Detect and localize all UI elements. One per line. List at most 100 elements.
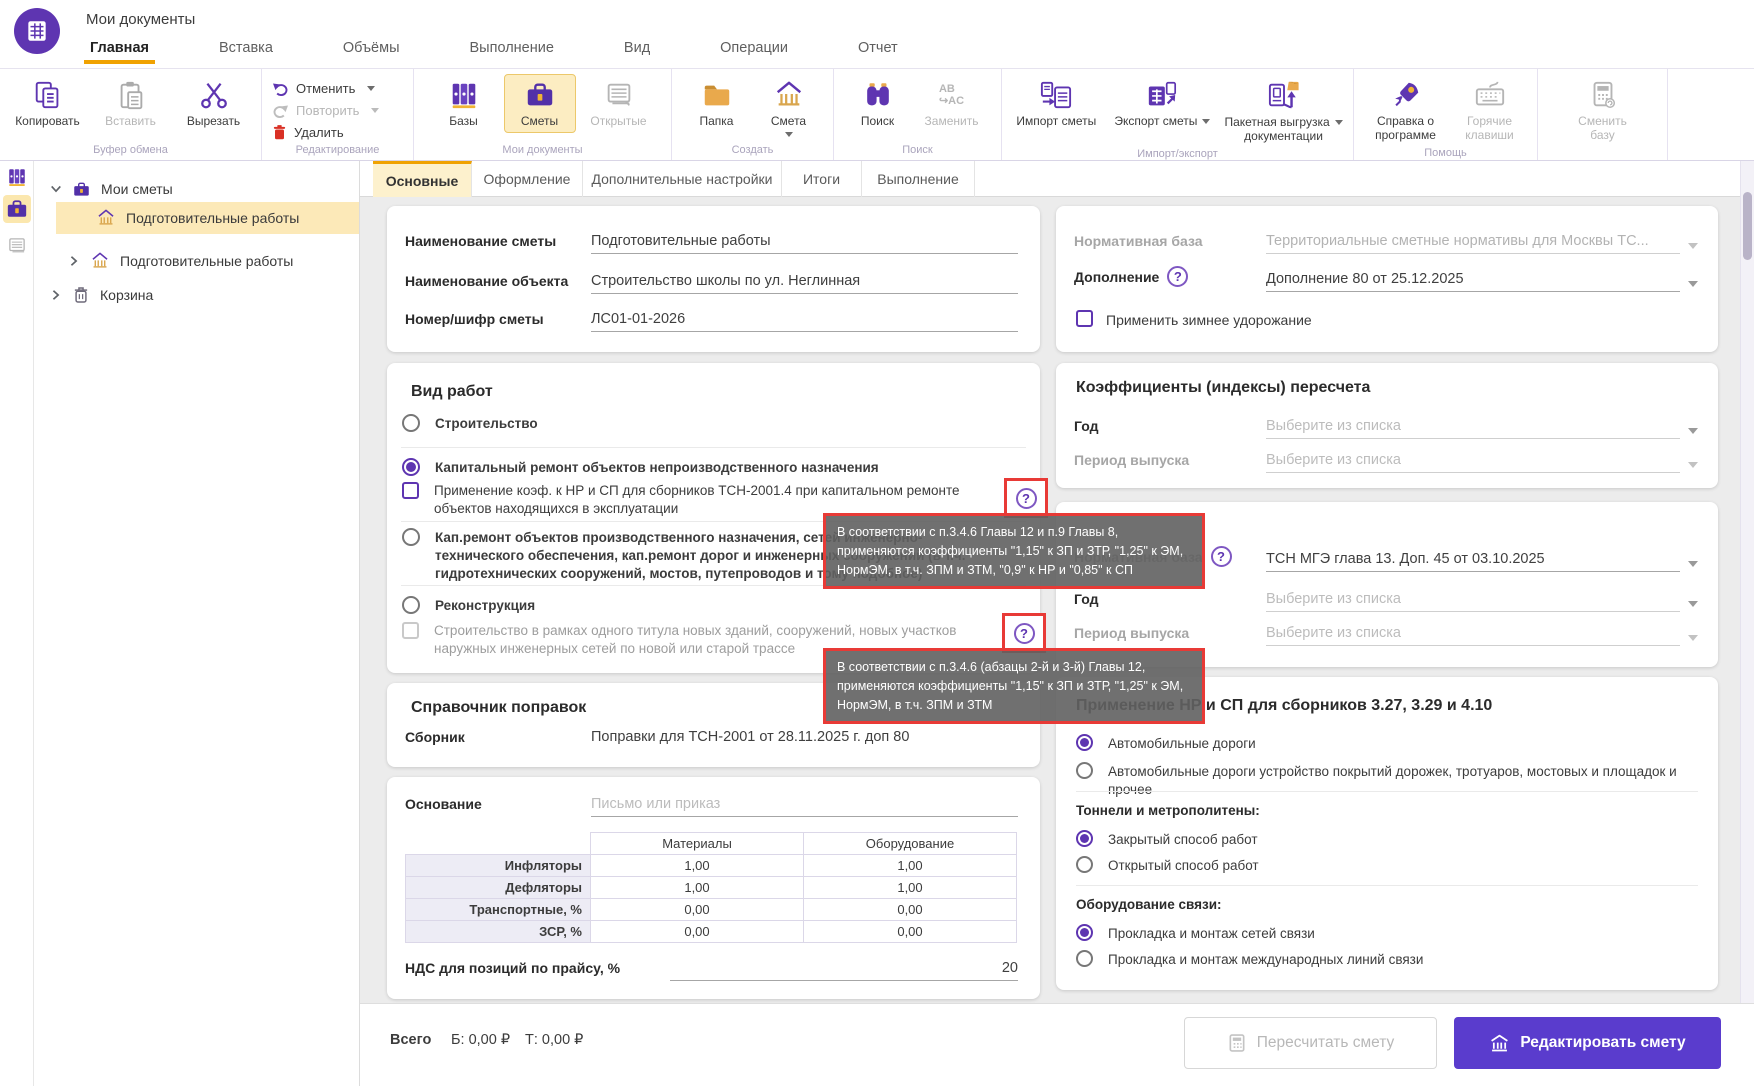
checkbox-icon[interactable] bbox=[402, 482, 419, 499]
copy-button[interactable]: Копировать bbox=[8, 74, 87, 133]
new-estimate-button[interactable]: Смета bbox=[755, 74, 823, 141]
rail-bases-icon[interactable] bbox=[3, 163, 31, 191]
cell-input[interactable]: 0,00 bbox=[804, 899, 1017, 921]
tab-formatting[interactable]: Оформление bbox=[472, 161, 583, 197]
ribbon-tab-volumes[interactable]: Объёмы bbox=[337, 40, 406, 64]
new-estimate-dropdown-icon[interactable] bbox=[785, 132, 793, 137]
collection-value[interactable]: Поправки для ТСН-2001 от 28.11.2025 г. д… bbox=[591, 729, 909, 750]
vertical-scrollbar[interactable] bbox=[1740, 161, 1754, 1003]
find-button[interactable]: Поиск bbox=[846, 74, 910, 133]
radio-icon[interactable] bbox=[1076, 856, 1093, 873]
tsn-year-select[interactable]: Выберите из списка bbox=[1266, 586, 1680, 612]
basis-input[interactable]: Письмо или приказ bbox=[591, 791, 1018, 817]
object-name-input[interactable]: Строительство школы по ул. Неглинная bbox=[591, 268, 1018, 294]
export-estimate-button[interactable]: Экспорт сметы bbox=[1107, 74, 1219, 133]
radio-open-method[interactable]: Открытый способ работ bbox=[1076, 857, 1694, 875]
new-folder-button[interactable]: Папка bbox=[683, 74, 751, 133]
radio-icon[interactable] bbox=[1076, 762, 1093, 779]
cell-input[interactable]: 1,00 bbox=[591, 877, 804, 899]
winter-cost-checkbox-row[interactable]: Применить зимнее удорожание bbox=[1076, 310, 1312, 330]
replace-button[interactable]: AB↪AC Заменить bbox=[914, 74, 990, 133]
ribbon-tab-view[interactable]: Вид bbox=[618, 40, 656, 64]
vat-input[interactable]: 20 bbox=[670, 955, 1018, 981]
tree-item-estimate-2[interactable]: Подготовительные работы bbox=[68, 245, 293, 277]
paste-button[interactable]: Вставить bbox=[91, 74, 170, 133]
cell-input[interactable]: 1,00 bbox=[804, 855, 1017, 877]
coeff-year-select[interactable]: Выберите из списка bbox=[1266, 413, 1680, 439]
scrollbar-thumb[interactable] bbox=[1743, 192, 1752, 260]
group-change-base: Сменитьбазу bbox=[1538, 69, 1668, 160]
ribbon-tab-main[interactable]: Главная bbox=[84, 40, 155, 64]
import-estimate-button[interactable]: Импорт сметы bbox=[1010, 74, 1103, 133]
edit-estimate-button[interactable]: Редактировать смету bbox=[1454, 1017, 1721, 1069]
tsn-help-icon[interactable]: ? bbox=[1211, 546, 1232, 567]
cell-input[interactable]: 0,00 bbox=[591, 921, 804, 943]
export-dropdown-icon[interactable] bbox=[1202, 119, 1210, 124]
dropdown-arrow-icon[interactable] bbox=[1688, 281, 1698, 287]
tab-execution[interactable]: Выполнение bbox=[862, 161, 975, 197]
help-icon[interactable]: ? bbox=[1014, 623, 1035, 644]
radio-comm-international[interactable]: Прокладка и монтаж международных линий с… bbox=[1076, 951, 1694, 969]
tsn-base-select[interactable]: ТСН МГЭ глава 13. Доп. 45 от 03.10.2025 bbox=[1266, 546, 1680, 572]
estimates-button[interactable]: Сметы bbox=[504, 74, 576, 133]
winter-cost-checkbox[interactable] bbox=[1076, 310, 1093, 327]
basis-label: Основание bbox=[405, 796, 591, 817]
radio-capital-repair[interactable]: Капитальный ремонт объектов непроизводст… bbox=[402, 459, 1010, 477]
estimate-name-input[interactable]: Подготовительные работы bbox=[591, 228, 1018, 254]
radio-icon[interactable] bbox=[402, 528, 420, 546]
ribbon-tab-execution[interactable]: Выполнение bbox=[464, 40, 560, 64]
tree-item-my-estimates[interactable]: Мои сметы bbox=[50, 173, 173, 205]
rail-opened-icon[interactable] bbox=[3, 232, 31, 260]
cell-input[interactable]: 1,00 bbox=[591, 855, 804, 877]
addendum-select[interactable]: Дополнение 80 от 25.12.2025 bbox=[1266, 266, 1680, 292]
undo-dropdown-icon[interactable] bbox=[367, 86, 375, 91]
ribbon-tab-report[interactable]: Отчет bbox=[852, 40, 904, 64]
tab-extra-settings[interactable]: Дополнительные настройки bbox=[583, 161, 782, 197]
about-button[interactable]: Справка опрограмме bbox=[1364, 74, 1448, 147]
batch-dropdown-icon[interactable] bbox=[1335, 120, 1343, 125]
delete-button[interactable]: Удалить bbox=[272, 123, 403, 142]
change-base-button[interactable]: Сменитьбазу bbox=[1567, 74, 1639, 147]
radio-roads[interactable]: Автомобильные дороги bbox=[1076, 735, 1694, 753]
cell-input[interactable]: 1,00 bbox=[804, 877, 1017, 899]
radio-selected-icon[interactable] bbox=[1076, 924, 1093, 941]
redo-button[interactable]: Повторить bbox=[272, 101, 403, 120]
dropdown-arrow-icon[interactable] bbox=[1688, 561, 1698, 567]
opened-button[interactable]: Открытые bbox=[580, 74, 658, 133]
radio-icon[interactable] bbox=[402, 414, 420, 432]
group-search: Поиск AB↪AC Заменить Поиск bbox=[834, 69, 1002, 160]
radio-comm-networks[interactable]: Прокладка и монтаж сетей связи bbox=[1076, 925, 1694, 943]
undo-button[interactable]: Отменить bbox=[272, 79, 403, 98]
radio-closed-method[interactable]: Закрытый способ работ bbox=[1076, 831, 1694, 849]
radio-construction[interactable]: Строительство bbox=[402, 415, 1010, 433]
addendum-help-icon[interactable]: ? bbox=[1167, 266, 1188, 287]
rail-estimates-icon[interactable] bbox=[3, 195, 31, 223]
chevron-right-icon[interactable] bbox=[50, 289, 62, 301]
tree-item-trash[interactable]: Корзина bbox=[50, 279, 153, 311]
hotkeys-button[interactable]: Горячиеклавиши bbox=[1452, 74, 1528, 147]
recalculate-button[interactable]: Пересчитать смету bbox=[1184, 1017, 1437, 1069]
ribbon-tab-operations[interactable]: Операции bbox=[714, 40, 794, 64]
tab-main[interactable]: Основные bbox=[373, 161, 472, 197]
chevron-right-icon[interactable] bbox=[68, 255, 80, 267]
tab-totals[interactable]: Итоги bbox=[782, 161, 862, 197]
radio-selected-icon[interactable] bbox=[1076, 734, 1093, 751]
help-icon[interactable]: ? bbox=[1016, 488, 1037, 509]
radio-icon[interactable] bbox=[402, 596, 420, 614]
estimate-number-input[interactable]: ЛС01-01-2026 bbox=[591, 306, 1018, 332]
dropdown-arrow-icon[interactable] bbox=[1688, 428, 1698, 434]
cell-input[interactable]: 0,00 bbox=[804, 921, 1017, 943]
radio-selected-icon[interactable] bbox=[1076, 830, 1093, 847]
tree-item-estimate-selected[interactable]: Подготовительные работы bbox=[96, 202, 299, 234]
chevron-down-icon[interactable] bbox=[50, 183, 62, 195]
radio-selected-icon[interactable] bbox=[402, 458, 420, 476]
cell-input[interactable]: 0,00 bbox=[591, 899, 804, 921]
radio-reconstruction[interactable]: Реконструкция bbox=[402, 597, 1010, 615]
radio-roads-coverings[interactable]: Автомобильные дороги устройство покрытий… bbox=[1076, 763, 1694, 799]
batch-export-button[interactable]: Пакетная выгрузка документации bbox=[1222, 74, 1345, 148]
ribbon-tab-insert[interactable]: Вставка bbox=[213, 40, 279, 64]
bases-button[interactable]: Базы bbox=[428, 74, 500, 133]
radio-icon[interactable] bbox=[1076, 950, 1093, 967]
cut-button[interactable]: Вырезать bbox=[174, 74, 253, 133]
dropdown-arrow-icon[interactable] bbox=[1688, 601, 1698, 607]
